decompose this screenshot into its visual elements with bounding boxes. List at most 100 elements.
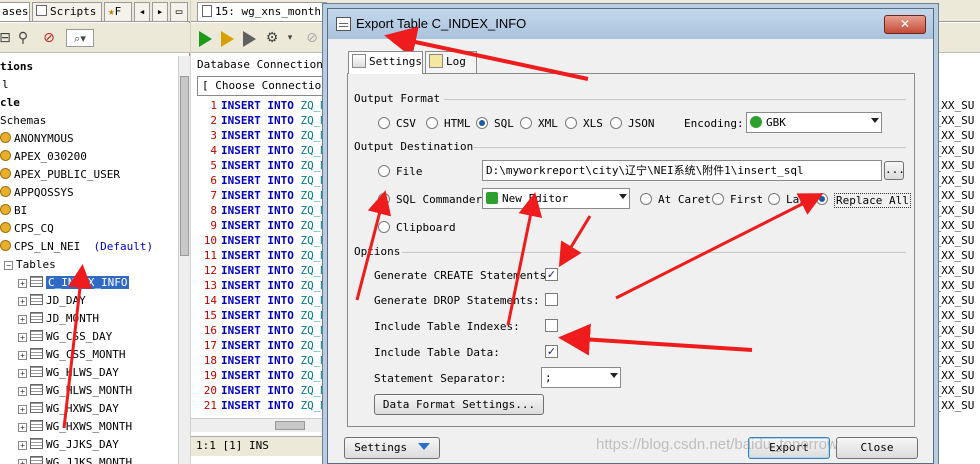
expand-icon[interactable]: +	[18, 405, 27, 414]
tree-node-table[interactable]: + WG_HXWS_MONTH	[18, 418, 132, 436]
expand-icon[interactable]: +	[18, 369, 27, 378]
chevron-down-icon	[417, 443, 430, 450]
tree-node-schema[interactable]: ANONYMOUS	[0, 130, 74, 148]
format-html-radio[interactable]	[426, 117, 438, 129]
expand-icon[interactable]: +	[18, 459, 27, 464]
code-area[interactable]: 1 INSERT INTO ZQ_M 2 INSERT INTO ZQ_M 3 INSER…	[197, 98, 329, 416]
stop-icon[interactable]: ⊘	[303, 29, 321, 47]
format-csv-radio[interactable]	[378, 117, 390, 129]
tree-node-schemas[interactable]: Schemas	[0, 112, 46, 130]
destination-clipboard-radio[interactable]	[378, 221, 390, 233]
tab-sql-editor[interactable]: 15: wg_xns_month.sql	[197, 2, 327, 21]
connection-selector[interactable]: [ Choose Connection	[197, 76, 329, 96]
tree-node-label: WG_HLWS_DAY	[46, 366, 119, 379]
stop-icon[interactable]: ⊘	[40, 29, 58, 47]
tree-node-schema[interactable]: CPS_CQ	[0, 220, 54, 238]
tree-node-table[interactable]: + WG_CSS_MONTH	[18, 346, 125, 364]
tree-node-table[interactable]: + WG_HLWS_DAY	[18, 364, 119, 382]
encoding-value: GBK	[766, 116, 786, 129]
run-options-icon[interactable]: ⚙	[263, 29, 281, 47]
tree-node-table[interactable]: + WG_CSS_DAY	[18, 328, 112, 346]
expand-icon[interactable]: +	[18, 387, 27, 396]
generate-create-checkbox[interactable]: ✓	[545, 268, 558, 281]
format-xls-radio[interactable]	[565, 117, 577, 129]
navigator-scrollbar[interactable]	[178, 56, 190, 464]
dialog-titlebar[interactable]: Export Table C_INDEX_INFO ✕	[328, 9, 933, 39]
sql-object-name: ZQ_M	[300, 369, 328, 382]
file-path-input[interactable]: D:\myworkreport\city\辽宁\NEI系统\附件1\insert…	[482, 160, 882, 181]
statement-separator-select[interactable]: ;	[541, 367, 621, 388]
code-line-fragment: X_XX_SU	[928, 219, 975, 232]
tabs-scroll-left-button[interactable]: ◂	[134, 2, 150, 21]
close-icon[interactable]: ✕	[884, 15, 926, 34]
insert-at-caret-radio[interactable]	[640, 193, 652, 205]
generate-drop-checkbox[interactable]	[545, 293, 558, 306]
tree-node-table[interactable]: + JD_DAY	[18, 292, 86, 310]
expand-icon[interactable]: +	[18, 297, 27, 306]
sql-keyword: INTO	[267, 309, 294, 322]
expand-icon[interactable]: +	[18, 279, 27, 288]
replace-all-radio[interactable]	[816, 193, 828, 205]
encoding-select[interactable]: GBK	[746, 112, 882, 133]
destination-file-radio[interactable]	[378, 165, 390, 177]
tree-node-schema[interactable]: BI	[0, 202, 27, 220]
tabs-scroll-right-button[interactable]: ▸	[152, 2, 168, 21]
expand-icon[interactable]: +	[18, 351, 27, 360]
tab-favorites[interactable]: ★F	[104, 2, 132, 21]
scrollbar-thumb[interactable]	[180, 76, 189, 256]
search-dropdown-icon[interactable]: ⌕▾	[66, 29, 94, 47]
tab-log[interactable]: Log	[425, 51, 477, 73]
format-xml-radio[interactable]	[520, 117, 532, 129]
sql-keyword: INSERT	[221, 249, 261, 262]
tree-node-connections[interactable]: tions	[0, 58, 33, 76]
tree-node-table-selected[interactable]: + C_INDEX_INFO	[18, 274, 130, 292]
expand-icon[interactable]: +	[18, 441, 27, 450]
insert-first-radio[interactable]	[712, 193, 724, 205]
collapse-icon[interactable]: ⊟	[0, 29, 14, 47]
tree-node-table[interactable]: + WG_HXWS_DAY	[18, 400, 119, 418]
expand-icon[interactable]: +	[18, 333, 27, 342]
tree-node-schema[interactable]: APEX_PUBLIC_USER	[0, 166, 120, 184]
collapse-icon[interactable]: −	[4, 261, 13, 270]
table-icon	[30, 420, 43, 431]
export-button[interactable]: Export	[748, 437, 830, 459]
code-line-fragment: X_XX_SU	[928, 99, 975, 112]
editor-target-select[interactable]: New Editor	[482, 188, 630, 209]
filter-icon[interactable]: ⚲	[14, 29, 32, 47]
tree-node-tables[interactable]: − Tables	[4, 256, 56, 274]
tree-node-schema[interactable]: APEX_030200	[0, 148, 87, 166]
close-button[interactable]: Close	[836, 437, 918, 459]
tree-node-schema[interactable]: APPQOSSYS	[0, 184, 74, 202]
insert-last-radio[interactable]	[768, 193, 780, 205]
table-icon	[30, 366, 43, 377]
default-schema-tag: (Default)	[93, 240, 154, 253]
expand-icon[interactable]: +	[18, 315, 27, 324]
minimize-panel-button[interactable]: ▭	[170, 2, 188, 21]
expand-icon[interactable]: +	[18, 423, 27, 432]
tab-scripts[interactable]: Scripts	[32, 2, 102, 21]
tree-node-table[interactable]: + WG_HLWS_MONTH	[18, 382, 132, 400]
explain-plan-icon[interactable]	[243, 31, 256, 47]
tree-node-oracle[interactable]: cle	[0, 94, 20, 112]
tree-node-schema-default[interactable]: CPS_LN_NEI (Default)	[0, 238, 153, 256]
tab-databases[interactable]: ases	[0, 2, 30, 21]
execute-script-icon[interactable]	[221, 31, 234, 47]
sql-keyword: INSERT	[221, 309, 261, 322]
execute-icon[interactable]	[199, 31, 212, 47]
editor-horizontal-scrollbar[interactable]	[191, 418, 331, 432]
tree-node-local[interactable]: l	[2, 76, 9, 94]
format-sql-radio[interactable]	[476, 117, 488, 129]
browse-button[interactable]: ...	[884, 161, 905, 180]
format-json-radio[interactable]	[610, 117, 622, 129]
include-indexes-checkbox[interactable]	[545, 319, 558, 332]
tree-node-table[interactable]: + WG_JJKS_DAY	[18, 436, 119, 454]
tree-node-table[interactable]: + WG_JJKS_MONTH	[18, 454, 132, 464]
destination-sql-commander-radio[interactable]	[378, 193, 390, 205]
include-data-checkbox[interactable]: ✓	[545, 345, 558, 358]
tab-settings[interactable]: Settings	[348, 51, 423, 74]
dropdown-arrow-icon[interactable]: ▾	[281, 29, 299, 47]
scrollbar-thumb[interactable]	[275, 421, 305, 430]
tree-node-table[interactable]: + JD_MONTH	[18, 310, 99, 328]
settings-menu-button[interactable]: Settings	[344, 437, 440, 459]
data-format-settings-button[interactable]: Data Format Settings...	[374, 394, 544, 415]
